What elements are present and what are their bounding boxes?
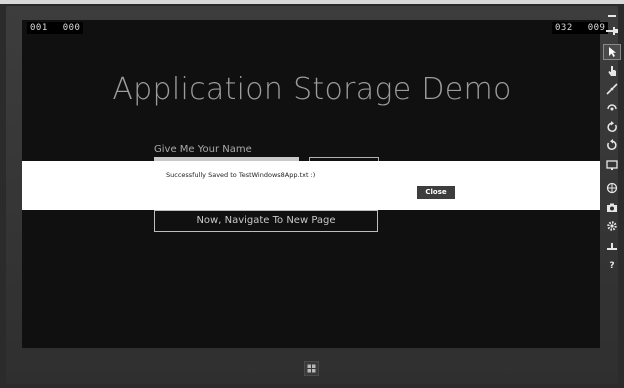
set-location-icon[interactable] <box>603 180 621 196</box>
rotate-touch-icon[interactable] <box>603 99 621 115</box>
settings-icon[interactable] <box>603 218 621 234</box>
rotate-clockwise-icon[interactable] <box>603 119 621 135</box>
frame-counter-right: 032 009 <box>552 22 609 34</box>
simulator-toolbar: ? <box>603 6 621 274</box>
mouse-mode-icon[interactable] <box>603 44 621 60</box>
pin-icon[interactable] <box>603 23 621 39</box>
counter-value: 001 <box>30 23 48 33</box>
help-icon[interactable]: ? <box>603 258 621 274</box>
navigate-button[interactable]: Now, Navigate To New Page <box>154 210 378 232</box>
rotate-counterclockwise-icon[interactable] <box>603 137 621 153</box>
pinch-zoom-icon[interactable] <box>603 81 621 97</box>
touch-mode-icon[interactable] <box>603 63 621 79</box>
counter-value: 032 <box>555 23 573 33</box>
counter-value: 000 <box>62 23 81 33</box>
dialog-message: Successfully Saved to TestWindows8App.tx… <box>166 171 316 179</box>
windows-logo-icon[interactable] <box>303 360 320 377</box>
close-button[interactable]: Close <box>417 186 455 199</box>
top-edge <box>0 0 624 4</box>
network-icon[interactable] <box>603 239 621 255</box>
name-label: Give Me Your Name <box>154 144 252 155</box>
frame-counter-left: 001 000 <box>27 22 84 34</box>
page-title: Application Storage Demo <box>112 72 512 107</box>
screenshot-icon[interactable] <box>603 200 621 216</box>
message-dialog: Successfully Saved to TestWindows8App.tx… <box>22 161 600 210</box>
change-resolution-icon[interactable] <box>603 157 621 173</box>
minimize-icon[interactable] <box>603 6 621 22</box>
